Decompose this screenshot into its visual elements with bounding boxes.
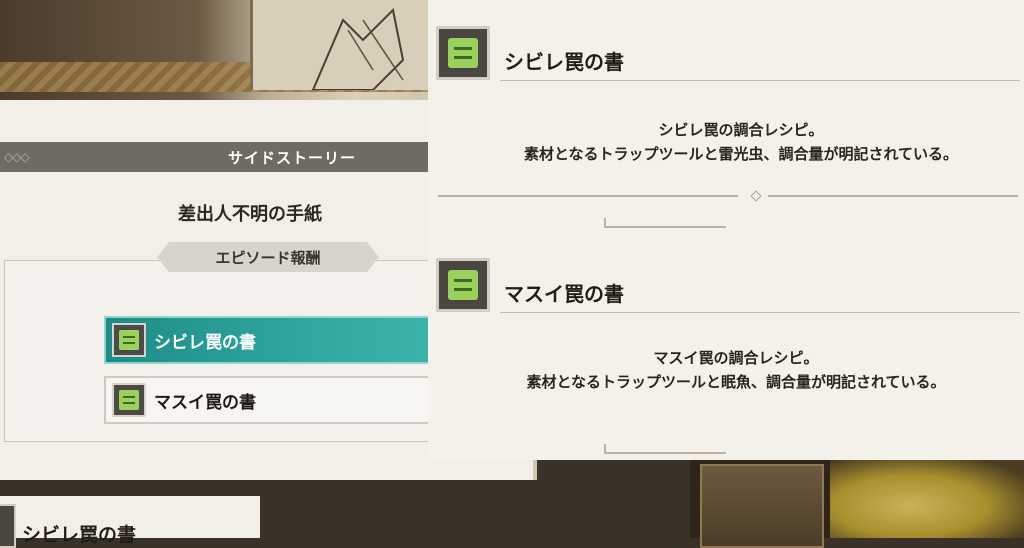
item-name: マスイ罠の書 xyxy=(504,282,624,306)
decorative-panel xyxy=(700,464,824,548)
header-ornament: ◇◇◇ xyxy=(4,150,30,164)
reward-item-label: シビレ罠の書 xyxy=(154,332,256,353)
episode-reward-label: エピソード報酬 xyxy=(215,248,321,267)
partial-item-entry: シビレ罠の書 xyxy=(0,496,260,548)
item-description: マスイ罠の調合レシピ。 素材となるトラップツールと眠魚、調合量が明記されている。 xyxy=(428,346,1024,394)
description-line: 素材となるトラップツールと眠魚、調合量が明記されている。 xyxy=(526,373,946,391)
feather-quill-image xyxy=(830,458,1024,538)
scroll-book-icon xyxy=(112,323,146,357)
background-artwork-bottom xyxy=(690,458,1024,548)
story-title: 差出人不明の手紙 xyxy=(178,204,322,225)
item-description: シビレ罠の調合レシピ。 素材となるトラップツールと雷光虫、調合量が明記されている… xyxy=(428,118,1024,166)
description-line: 素材となるトラップツールと雷光虫、調合量が明記されている。 xyxy=(523,145,959,163)
scroll-book-icon xyxy=(436,258,490,312)
description-line: シビレ罠の調合レシピ。 xyxy=(658,121,824,139)
sketch-illustration xyxy=(250,0,433,90)
side-story-header-label: サイドストーリー xyxy=(227,148,356,167)
reward-item-label: マスイ罠の書 xyxy=(154,392,256,413)
scroll-book-icon xyxy=(0,504,16,548)
divider xyxy=(500,312,1020,313)
scroll-book-icon xyxy=(436,26,490,80)
background-artwork-top xyxy=(0,0,440,100)
partial-item-name: シビレ罠の書 xyxy=(22,524,137,546)
divider xyxy=(500,80,1020,81)
divider-tick xyxy=(604,444,726,454)
scroll-book-icon xyxy=(112,383,146,417)
reward-item-shibire-trap-book[interactable]: シビレ罠の書 xyxy=(104,316,434,364)
divider-tick xyxy=(604,218,726,228)
episode-reward-tab: エピソード報酬 xyxy=(157,242,379,272)
reward-item-masui-trap-book[interactable]: マスイ罠の書 xyxy=(104,376,434,424)
item-detail-panel: シビレ罠の書 シビレ罠の調合レシピ。 素材となるトラップツールと雷光虫、調合量が… xyxy=(428,0,1024,460)
side-story-header: ◇◇◇ サイドストーリー xyxy=(0,142,430,172)
ornamental-divider xyxy=(438,190,1018,202)
description-line: マスイ罠の調合レシピ。 xyxy=(653,349,819,367)
item-name: シビレ罠の書 xyxy=(504,50,624,74)
